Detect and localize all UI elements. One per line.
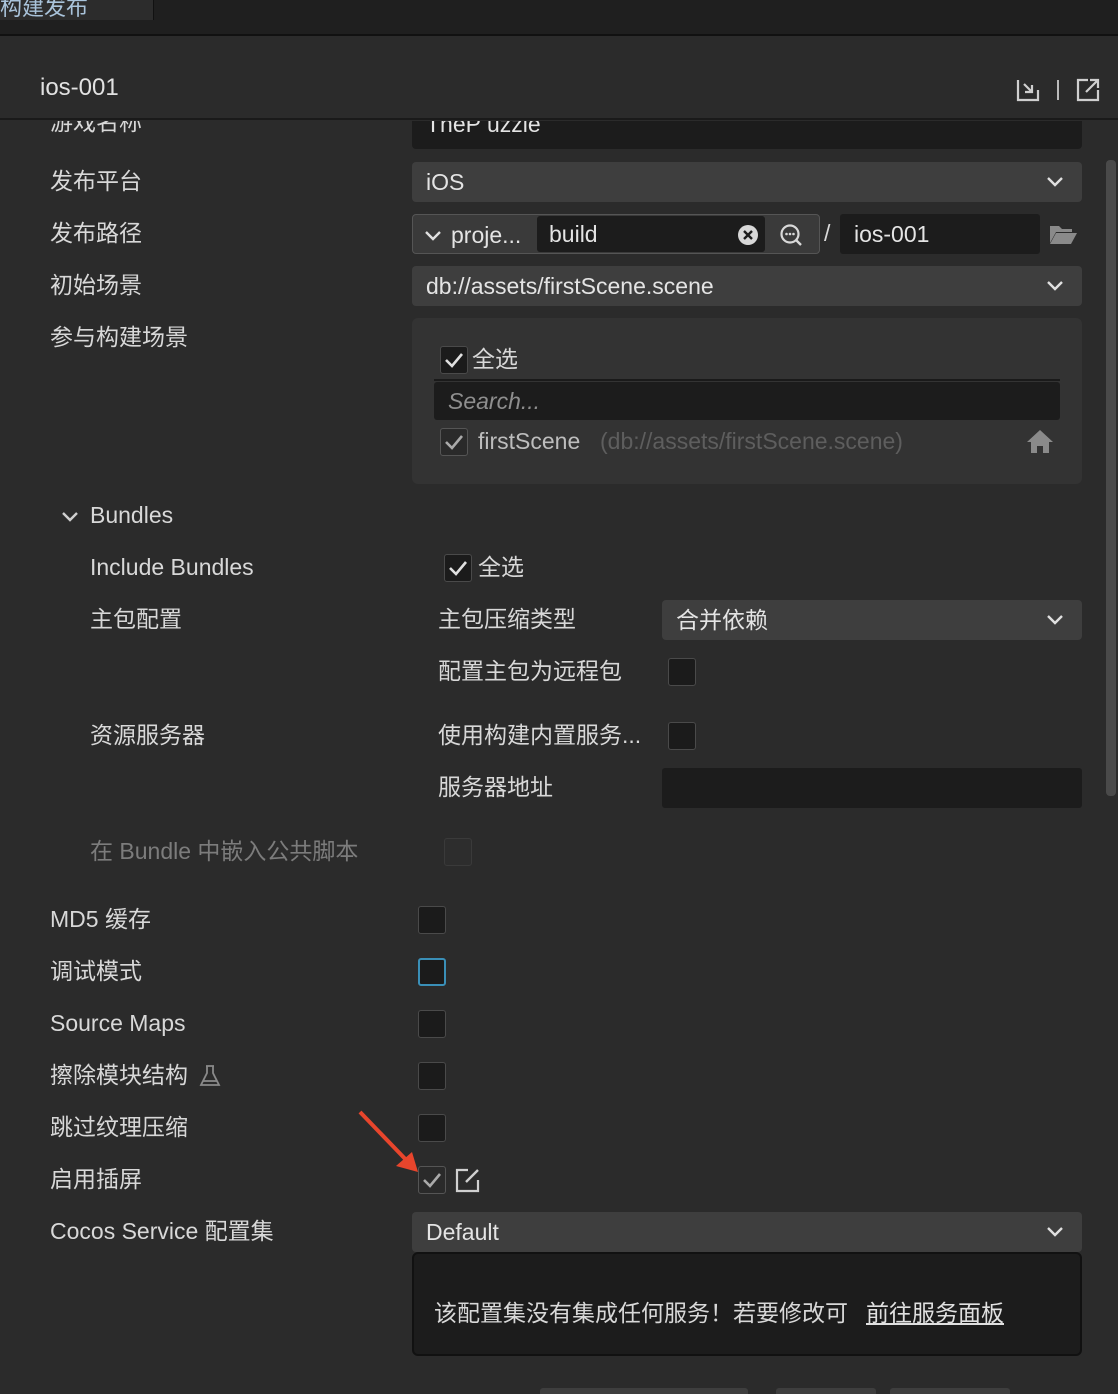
experimental-flask-icon	[199, 1065, 221, 1086]
scene-item-name: firstScene	[478, 428, 581, 454]
panel-title: ios-001	[40, 74, 119, 101]
chevron-down-icon	[1047, 1227, 1063, 1237]
include-bundles-checkbox[interactable]	[444, 554, 472, 582]
chevron-down-icon	[1047, 615, 1063, 625]
scene-item-path: (db://assets/firstScene.scene)	[600, 428, 903, 454]
platform-value: iOS	[426, 169, 465, 195]
game-name-label: 游戏名称	[50, 121, 142, 135]
scenes-label: 参与构建场景	[50, 324, 188, 350]
erase-modules-checkbox[interactable]	[418, 1062, 446, 1090]
build-path-field: proje... build	[412, 214, 820, 254]
embed-scripts-label: 在 Bundle 中嵌入公共脚本	[90, 838, 359, 864]
partial-row: 游戏名称 TheP uzzle	[0, 121, 1100, 149]
edit-icon[interactable]	[454, 1166, 482, 1194]
builtin-server-label: 使用构建内置服务...	[438, 722, 642, 748]
search-icon[interactable]	[779, 223, 803, 247]
chevron-down-icon	[1047, 281, 1063, 291]
start-scene-value: db://assets/firstScene.scene	[426, 273, 714, 299]
skip-texture-label: 跳过纹理压缩	[50, 1114, 188, 1140]
path-folder-input[interactable]: build	[537, 216, 765, 252]
divider	[434, 379, 1060, 381]
path-prefix[interactable]: proje...	[451, 220, 521, 250]
compression-type-label: 主包压缩类型	[438, 606, 576, 632]
main-config-label: 主包配置	[90, 606, 182, 632]
path-separator: /	[824, 220, 831, 246]
debug-mode-label: 调试模式	[50, 958, 142, 984]
resource-server-label: 资源服务器	[90, 722, 205, 748]
platform-label: 发布平台	[50, 168, 142, 194]
folder-open-icon[interactable]	[1048, 222, 1078, 246]
server-address-input[interactable]	[662, 768, 1082, 808]
include-bundles-label: Include Bundles	[90, 554, 254, 580]
remote-main-bundle-label: 配置主包为远程包	[438, 658, 622, 684]
annotation-arrow-icon	[358, 1110, 418, 1172]
debug-mode-checkbox[interactable]	[418, 958, 446, 986]
scenes-select-all-label: 全选	[472, 346, 518, 372]
build-name-input[interactable]: ios-001	[840, 214, 1040, 254]
md5-cache-checkbox[interactable]	[418, 906, 446, 934]
md5-cache-label: MD5 缓存	[50, 906, 151, 932]
remote-main-bundle-checkbox[interactable]	[668, 658, 696, 686]
platform-select[interactable]: iOS	[412, 162, 1082, 202]
scenes-select-all-checkbox[interactable]	[440, 346, 468, 374]
tab-build-publish[interactable]: 构建发布	[0, 0, 154, 20]
cocos-service-label: Cocos Service 配置集	[50, 1218, 274, 1244]
scene-search-input[interactable]: Search...	[434, 382, 1060, 420]
panel-header: ios-001	[0, 38, 1118, 120]
bundles-section-title[interactable]: Bundles	[90, 500, 173, 530]
chevron-down-icon[interactable]	[60, 506, 80, 526]
server-address-label: 服务器地址	[438, 774, 553, 800]
bottom-button[interactable]	[776, 1388, 876, 1394]
import-icon[interactable]	[1014, 76, 1042, 104]
export-icon[interactable]	[1074, 76, 1102, 104]
game-name-input[interactable]: TheP uzzle	[412, 121, 1082, 149]
tab-strip: 构建发布	[0, 0, 1118, 36]
bottom-button[interactable]	[890, 1388, 1010, 1394]
cocos-service-select[interactable]: Default	[412, 1212, 1082, 1252]
chevron-down-icon[interactable]	[423, 225, 443, 245]
tab-label: 构建发布	[0, 0, 89, 20]
service-panel-link[interactable]: 前往服务面板	[866, 1298, 1004, 1328]
include-bundles-select-all: 全选	[478, 554, 524, 580]
header-divider	[1057, 80, 1059, 100]
start-scene-label: 初始场景	[50, 272, 142, 298]
scene-item-checkbox[interactable]	[440, 428, 468, 456]
bottom-button[interactable]	[540, 1388, 748, 1394]
service-message-box: 该配置集没有集成任何服务！若要修改可 前往服务面板	[412, 1252, 1082, 1356]
erase-modules-label: 擦除模块结构	[50, 1062, 188, 1088]
scenes-panel: 全选 Search... firstScene (db://assets/fir…	[412, 318, 1082, 484]
source-maps-label: Source Maps	[50, 1010, 186, 1036]
service-message-text: 该配置集没有集成任何服务！若要修改可	[434, 1300, 848, 1326]
chevron-down-icon	[1047, 177, 1063, 187]
start-scene-select[interactable]: db://assets/firstScene.scene	[412, 266, 1082, 306]
builtin-server-checkbox[interactable]	[668, 722, 696, 750]
vertical-scrollbar[interactable]	[1106, 160, 1116, 796]
source-maps-checkbox[interactable]	[418, 1010, 446, 1038]
compression-type-select[interactable]: 合并依赖	[662, 600, 1082, 640]
splash-label: 启用插屏	[50, 1166, 142, 1192]
home-icon[interactable]	[1026, 428, 1054, 454]
build-path-label: 发布路径	[50, 220, 142, 246]
clear-icon[interactable]	[737, 224, 759, 246]
embed-scripts-checkbox[interactable]	[444, 838, 472, 866]
